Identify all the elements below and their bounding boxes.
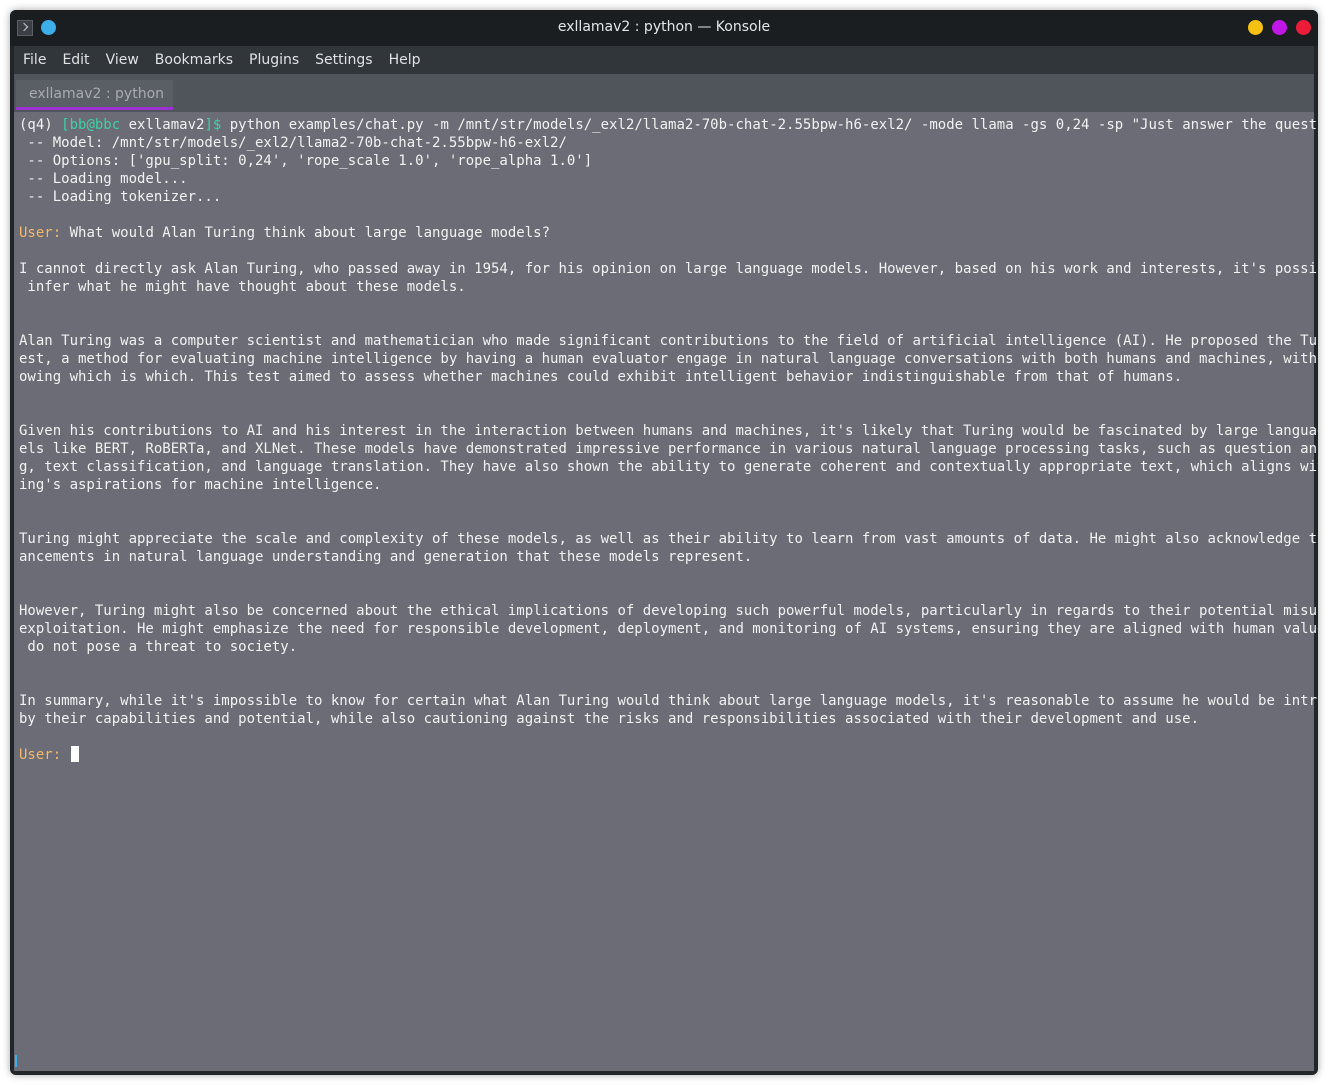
- user-label: User:: [19, 747, 62, 763]
- tab-bar: exllamav2 : python: [14, 74, 1314, 112]
- menu-view[interactable]: View: [106, 52, 139, 68]
- scroll-marker: [15, 1055, 17, 1067]
- menu-bar: File Edit View Bookmarks Plugins Setting…: [14, 46, 1314, 74]
- prompt-command: python examples/chat.py -m /mnt/str/mode…: [229, 117, 1318, 133]
- menu-bookmarks[interactable]: Bookmarks: [155, 52, 233, 68]
- terminal-area[interactable]: (q4) [bb@bbc exllamav2]$ python examples…: [14, 112, 1318, 1071]
- output-line: -- Options: ['gpu_split: 0,24', 'rope_sc…: [19, 153, 593, 169]
- prompt-user-host: [bb@bbc: [61, 117, 129, 133]
- menu-plugins[interactable]: Plugins: [249, 52, 299, 68]
- response-line: infer what he might have thought about t…: [19, 279, 466, 295]
- response-line: Given his contributions to AI and his in…: [19, 423, 1318, 439]
- menu-edit[interactable]: Edit: [62, 52, 89, 68]
- prompt-dir: exllamav2: [128, 117, 205, 133]
- user-input-line[interactable]: User:: [19, 746, 79, 764]
- response-line: ancements in natural language understand…: [19, 549, 753, 565]
- prompt-env: (q4): [19, 117, 62, 133]
- response-line: owing which is which. This test aimed to…: [19, 369, 1183, 385]
- user-question-line: User: What would Alan Turing think about…: [19, 224, 550, 242]
- response-line: However, Turing might also be concerned …: [19, 603, 1318, 619]
- maximize-button[interactable]: [1272, 20, 1287, 35]
- response-line: exploitation. He might emphasize the nee…: [19, 621, 1318, 637]
- menu-help[interactable]: Help: [389, 52, 421, 68]
- text-cursor: [70, 746, 79, 762]
- response-line: est, a method for evaluating machine int…: [19, 351, 1318, 367]
- response-line: els like BERT, RoBERTa, and XLNet. These…: [19, 441, 1318, 457]
- command-prompt-line: (q4) [bb@bbc exllamav2]$ python examples…: [19, 116, 1318, 134]
- menu-file[interactable]: File: [23, 52, 46, 68]
- user-question: What would Alan Turing think about large…: [61, 225, 551, 241]
- title-bar[interactable]: exllamav2 : python — Konsole: [10, 10, 1318, 46]
- output-line: -- Model: /mnt/str/models/_exl2/llama2-7…: [19, 135, 567, 151]
- response-line: Turing might appreciate the scale and co…: [19, 531, 1318, 547]
- response-line: I cannot directly ask Alan Turing, who p…: [19, 261, 1318, 277]
- response-line: g, text classification, and language tra…: [19, 459, 1318, 475]
- menu-settings[interactable]: Settings: [315, 52, 372, 68]
- response-line: In summary, while it's impossible to kno…: [19, 693, 1318, 709]
- output-line: -- Loading model...: [19, 171, 188, 187]
- prompt-end: ]$: [204, 117, 230, 133]
- window-title: exllamav2 : python — Konsole: [557, 19, 771, 35]
- response-line: Alan Turing was a computer scientist and…: [19, 333, 1318, 349]
- output-line: -- Loading tokenizer...: [19, 189, 222, 205]
- close-button[interactable]: [1296, 20, 1311, 35]
- minimize-button[interactable]: [1248, 20, 1263, 35]
- response-line: by their capabilities and potential, whi…: [19, 711, 1200, 727]
- konsole-window: exllamav2 : python — Konsole File Edit V…: [10, 10, 1318, 1075]
- tab-exllamav2-python[interactable]: exllamav2 : python: [16, 80, 173, 110]
- response-line: ing's aspirations for machine intelligen…: [19, 477, 382, 493]
- response-line: do not pose a threat to society.: [19, 639, 298, 655]
- user-label: User:: [19, 225, 62, 241]
